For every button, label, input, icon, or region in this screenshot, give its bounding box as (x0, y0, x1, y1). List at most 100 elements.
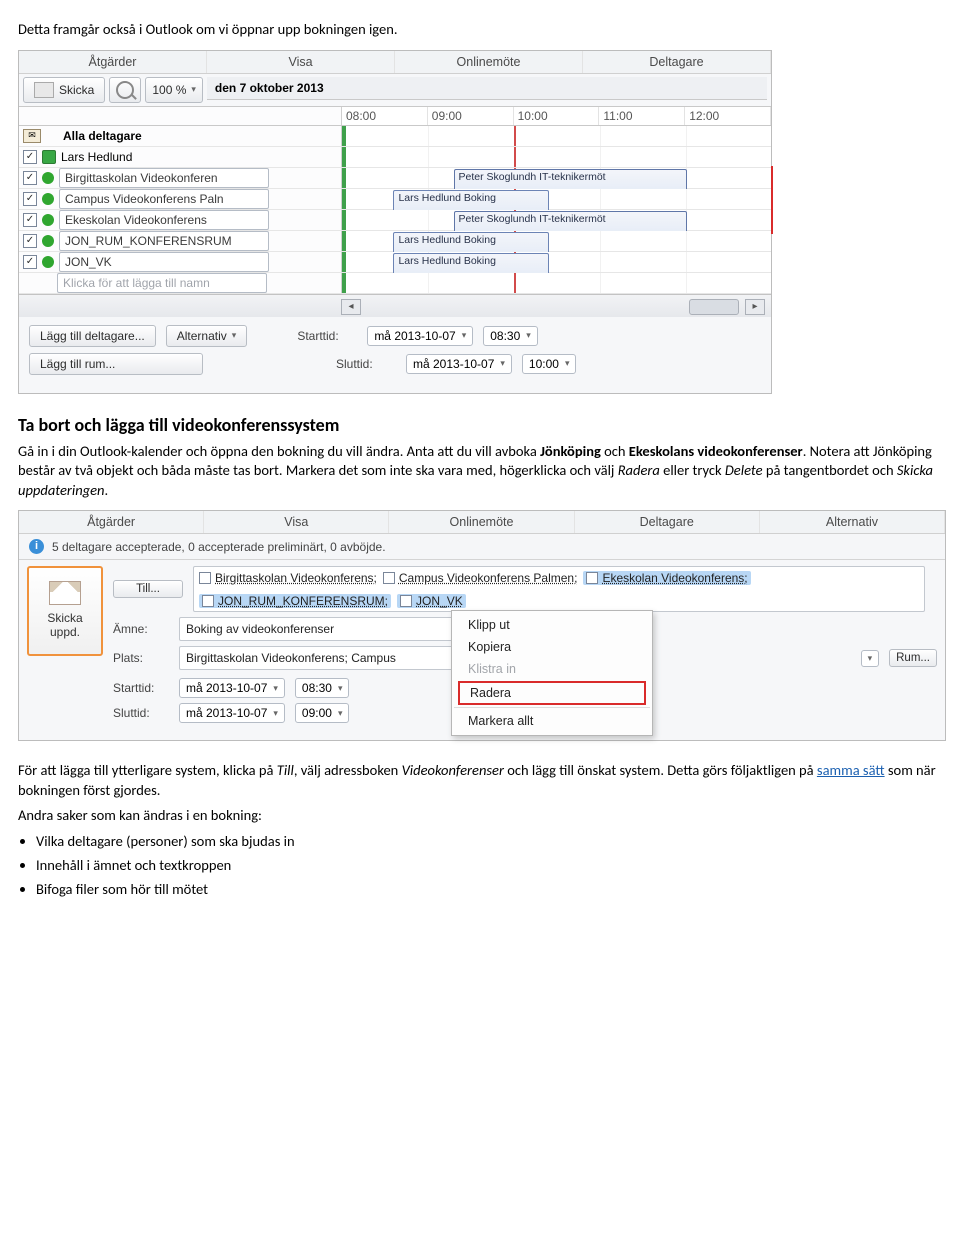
starttime-dropdown[interactable]: 08:30▾ (483, 326, 538, 346)
alternativ-label: Alternativ (177, 329, 227, 343)
appt-lars[interactable]: Lars Hedlund Boking (393, 190, 549, 212)
to-button[interactable]: Till... (113, 580, 183, 598)
checkbox-icon[interactable] (23, 192, 37, 206)
ribbon-tabs: Åtgärder Visa Onlinemöte Deltagare Alter… (19, 511, 945, 534)
attendee-rows: ✉ Alla deltagare Lars Hedlund Birgittask… (19, 126, 771, 294)
row-jon-vk[interactable]: JON_VK Lars Hedlund Boking (19, 252, 771, 273)
attendee-name: Ekeskolan Videokonferens (59, 210, 269, 230)
chevron-down-icon: ▾ (338, 708, 343, 719)
horizontal-scrollbar[interactable]: ◂ ▸ (19, 294, 771, 317)
row-lars-hedlund[interactable]: Lars Hedlund (19, 147, 771, 168)
recipient-chip-selected[interactable]: Ekeskolan Videokonferens; (583, 571, 750, 585)
list-item: Vilka deltagare (personer) som ska bjuda… (36, 832, 942, 850)
time-scale: 08:00 09:00 10:00 11:00 12:00 (19, 107, 771, 126)
starttid-label: Starttid: (113, 681, 169, 695)
tab-actions[interactable]: Åtgärder (19, 51, 207, 73)
checkbox-icon[interactable] (23, 171, 37, 185)
add-participant-button[interactable]: Lägg till deltagare... (29, 325, 156, 347)
enddate-dropdown[interactable]: må 2013-10-07▾ (406, 354, 512, 374)
sluttid-label: Sluttid: (113, 706, 169, 720)
menu-paste: Klistra in (454, 658, 650, 680)
lower-form: Lägg till deltagare... Alternativ ▾ Star… (19, 317, 771, 393)
starttime-dropdown[interactable]: 08:30▾ (295, 678, 350, 698)
checkbox-icon[interactable] (23, 255, 37, 269)
tab-onlinemeeting[interactable]: Onlinemöte (389, 511, 574, 533)
menu-delete[interactable]: Radera (458, 681, 646, 705)
presence-icon (42, 150, 56, 164)
send-button[interactable]: Skicka (23, 77, 105, 103)
endtime-value: 09:00 (302, 706, 332, 720)
chevron-down-icon: ▾ (868, 653, 873, 664)
tab-view[interactable]: Visa (207, 51, 395, 73)
appt-lars[interactable]: Lars Hedlund Boking (393, 232, 549, 254)
context-menu: Klipp ut Kopiera Klistra in Radera Marke… (451, 610, 653, 736)
scroll-right-icon[interactable]: ▸ (745, 299, 765, 315)
magnifier-icon (116, 81, 134, 99)
send-button-label: Skicka (59, 83, 94, 97)
startdate-value: må 2013-10-07 (186, 681, 267, 695)
recipient-chip[interactable]: Birgittaskolan Videokonferens; (199, 571, 377, 585)
scroll-thumb[interactable] (689, 299, 739, 315)
zoom-button[interactable] (109, 77, 141, 103)
para-add-system: För att lägga till ytterligare system, k… (18, 761, 942, 800)
startdate-value: må 2013-10-07 (374, 329, 455, 343)
row-jon-rum[interactable]: JON_RUM_KONFERENSRUM Lars Hedlund Boking (19, 231, 771, 252)
row-campus[interactable]: Campus Videokonferens Paln Lars Hedlund … (19, 189, 771, 210)
sluttid-label: Sluttid: (336, 357, 396, 371)
tab-alternativ[interactable]: Alternativ (760, 511, 945, 533)
enddate-dropdown[interactable]: må 2013-10-07▾ (179, 703, 285, 723)
to-field[interactable]: Birgittaskolan Videokonferens; Campus Vi… (193, 566, 925, 612)
zoom-value-button[interactable]: 100 % ▾ (145, 77, 203, 103)
tab-participants[interactable]: Deltagare (583, 51, 771, 73)
add-name-placeholder[interactable]: Klicka för att lägga till namn (57, 273, 267, 293)
outlook-scheduling-screenshot: Åtgärder Visa Onlinemöte Deltagare Skick… (18, 50, 772, 394)
row-ekeskolan[interactable]: Ekeskolan Videokonferens Peter Skoglundh… (19, 210, 771, 231)
checkbox-icon[interactable] (23, 150, 37, 164)
menu-copy[interactable]: Kopiera (454, 636, 650, 658)
chevron-down-icon: ▾ (526, 330, 531, 341)
status-infobar: i 5 deltagare accepterade, 0 accepterade… (19, 534, 945, 560)
appt-lars[interactable]: Lars Hedlund Boking (393, 253, 549, 275)
row-birgittaskolan[interactable]: Birgittaskolan Videokonferen Peter Skogl… (19, 168, 771, 189)
endtime-dropdown[interactable]: 10:00 ▾ (522, 354, 577, 374)
startdate-dropdown[interactable]: må 2013-10-07 ▾ (179, 678, 285, 698)
starttime-value: 08:30 (302, 681, 332, 695)
list-item: Bifoga filer som hör till mötet (36, 880, 942, 898)
location-dropdown[interactable]: ▾ (861, 650, 880, 667)
row-add-name[interactable]: Klicka för att lägga till namn (19, 273, 771, 294)
presence-icon (42, 172, 54, 184)
send-update-button[interactable]: Skicka uppd. (27, 566, 103, 656)
checkbox-icon[interactable] (23, 234, 37, 248)
tab-onlinemeeting[interactable]: Onlinemöte (395, 51, 583, 73)
list-item: Innehåll i ämnet och textkroppen (36, 856, 942, 874)
recipient-chip-selected[interactable]: JON_RUM_KONFERENSRUM; (199, 594, 391, 608)
startdate-dropdown[interactable]: må 2013-10-07▾ (367, 326, 473, 346)
presence-icon (42, 235, 54, 247)
attendee-name: JON_RUM_KONFERENSRUM (59, 231, 269, 251)
checkbox-icon[interactable] (23, 213, 37, 227)
room-button[interactable]: Rum... (889, 649, 937, 667)
same-way-link[interactable]: samma sätt (817, 761, 885, 779)
appt-peter[interactable]: Peter Skoglundh IT-teknikermöt (454, 169, 687, 191)
appt-peter[interactable]: Peter Skoglundh IT-teknikermöt (454, 211, 687, 233)
ribbon-tabs: Åtgärder Visa Onlinemöte Deltagare (19, 51, 771, 74)
endtime-dropdown[interactable]: 09:00 ▾ (295, 703, 350, 723)
scroll-left-icon[interactable]: ◂ (341, 299, 361, 315)
tab-participants[interactable]: Deltagare (575, 511, 760, 533)
menu-select-all[interactable]: Markera allt (454, 707, 650, 732)
tab-view[interactable]: Visa (204, 511, 389, 533)
tab-actions[interactable]: Åtgärder (19, 511, 204, 533)
hour-1100: 11:00 (599, 107, 685, 125)
recipient-chip[interactable]: Campus Videokonferens Palmen; (383, 571, 578, 585)
intro-text: Detta framgår också i Outlook om vi öppn… (18, 20, 942, 40)
recipient-chip-selected[interactable]: JON_VK (397, 594, 466, 608)
infobar-text: 5 deltagare accepterade, 0 accepterade p… (52, 540, 386, 554)
date-header: den 7 oktober 2013 (207, 77, 767, 100)
add-room-button[interactable]: Lägg till rum... (29, 353, 203, 375)
alternativ-button[interactable]: Alternativ ▾ (166, 325, 248, 347)
info-icon: i (29, 539, 44, 554)
chevron-down-icon: ▾ (273, 683, 278, 694)
menu-cut[interactable]: Klipp ut (454, 614, 650, 636)
chevron-down-icon: ▾ (565, 358, 570, 369)
endtime-value: 10:00 (529, 357, 559, 371)
